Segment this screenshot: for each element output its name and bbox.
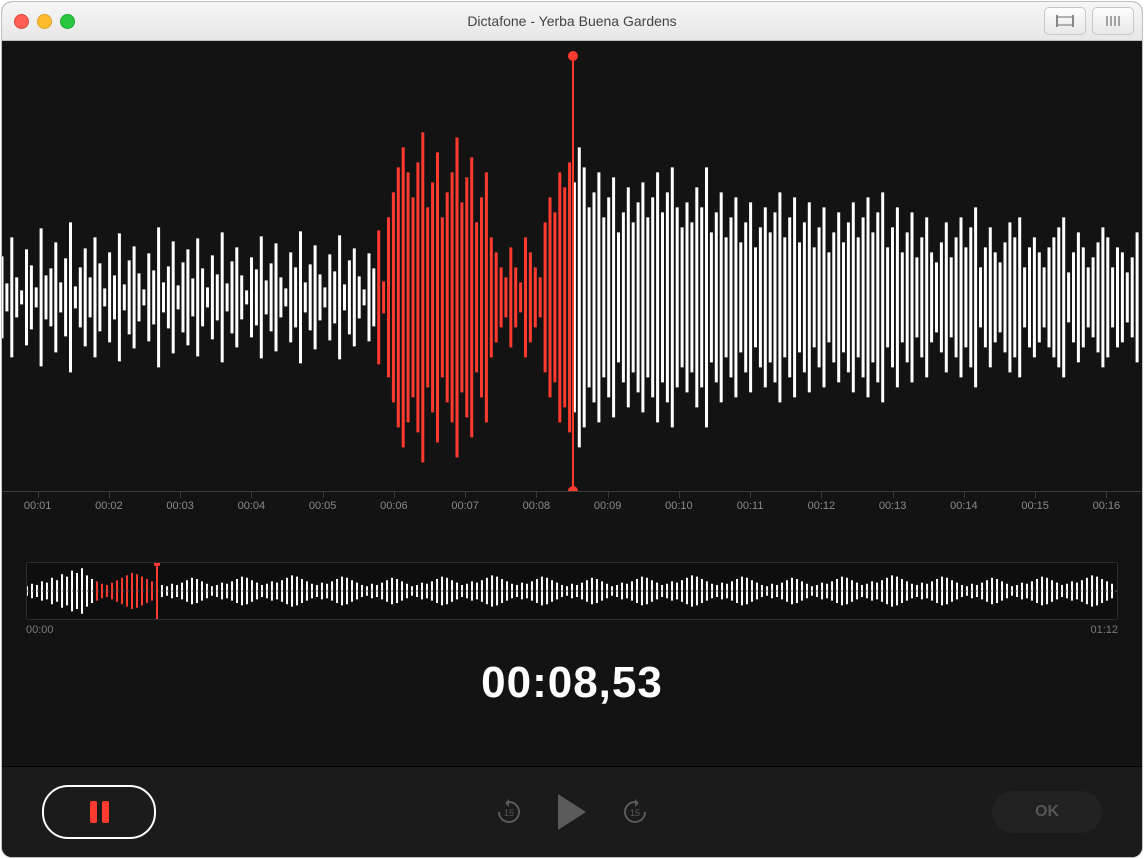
trim-icon [1056, 14, 1074, 28]
playback-controls-bar: 15 15 OK [2, 766, 1142, 857]
waveform-overview[interactable] [26, 562, 1118, 620]
trim-button[interactable] [1044, 7, 1086, 35]
playhead[interactable] [572, 56, 574, 491]
titlebar[interactable]: Dictafone - Yerba Buena Gardens [2, 2, 1142, 41]
time-ruler[interactable]: 00:0100:0200:0300:0400:0500:0600:0700:08… [2, 491, 1142, 532]
skip-back-icon: 15 [495, 798, 523, 826]
overview-start-label: 00:00 [26, 624, 54, 636]
waveform-main[interactable] [2, 51, 1142, 491]
settings-sliders-icon [1104, 14, 1122, 28]
svg-text:15: 15 [504, 808, 514, 818]
record-pause-button[interactable] [42, 785, 156, 839]
window-title: Dictafone - Yerba Buena Gardens [2, 13, 1142, 29]
enhance-button[interactable] [1092, 7, 1134, 35]
ok-button[interactable]: OK [992, 791, 1102, 833]
app-window: Dictafone - Yerba Buena Gardens 00:0100:… [2, 2, 1142, 857]
content-area: 00:0100:0200:0300:0400:0500:0600:0700:08… [2, 41, 1142, 857]
center-controls: 15 15 [494, 794, 650, 830]
skip-back-15-button[interactable]: 15 [494, 797, 524, 827]
svg-text:15: 15 [630, 808, 640, 818]
ok-button-label: OK [1035, 803, 1059, 821]
overview-end-label: 01:12 [1090, 624, 1118, 636]
skip-forward-icon: 15 [621, 798, 649, 826]
skip-forward-15-button[interactable]: 15 [620, 797, 650, 827]
timecode-display: 00:08,53 [2, 658, 1142, 708]
pause-icon [90, 801, 109, 823]
overview-cursor[interactable] [156, 563, 158, 619]
titlebar-right-controls [1044, 7, 1134, 35]
play-button[interactable] [558, 794, 586, 830]
overview-labels: 00:00 01:12 [26, 624, 1118, 636]
